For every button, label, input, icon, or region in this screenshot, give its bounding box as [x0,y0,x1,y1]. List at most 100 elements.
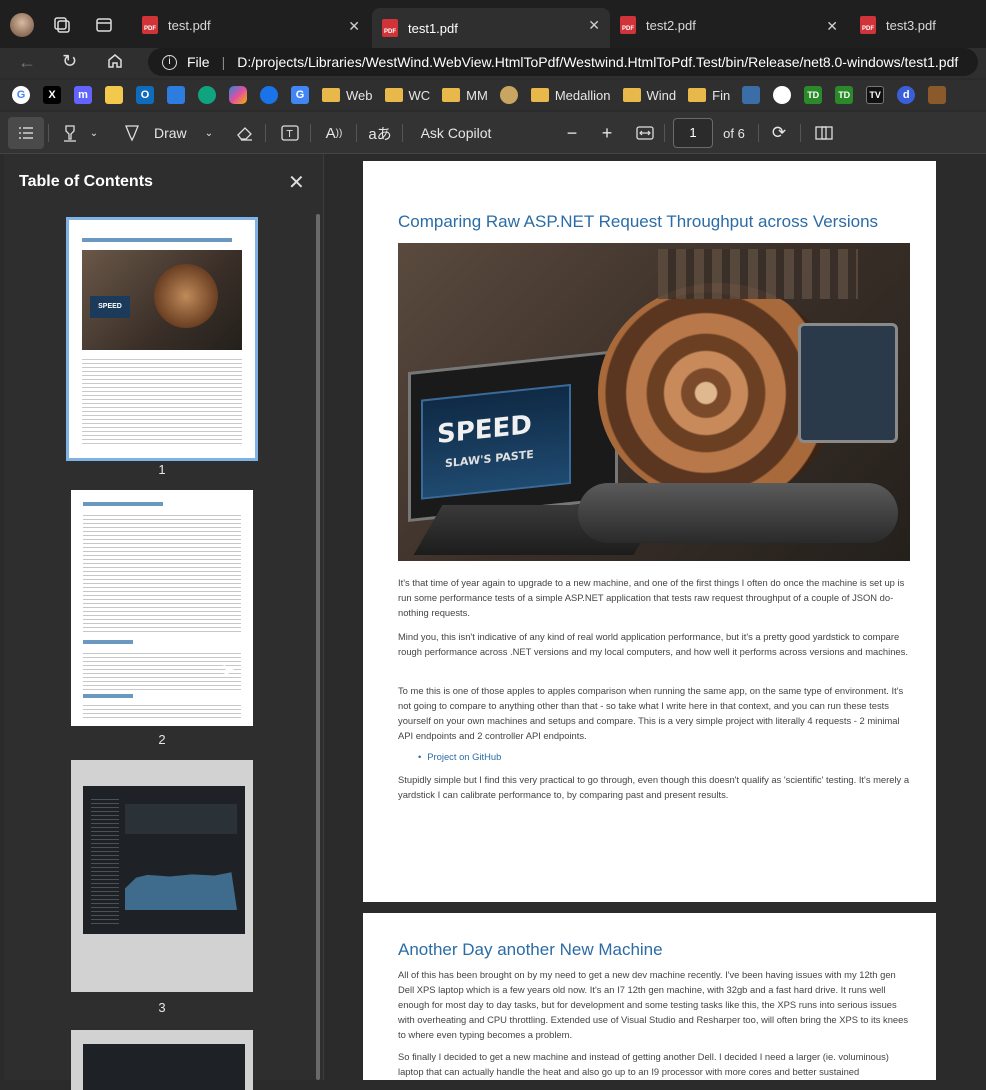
paragraph: It's that time of year again to upgrade … [398,577,905,618]
address-bar-row: ← ↻ i File | D:/projects/Libraries/WestW… [0,48,986,78]
thumb-screenshot [83,1044,245,1090]
zoom-in-icon[interactable]: + [597,112,617,154]
tab-test-pdf[interactable]: PDF test.pdf ✕ [132,8,370,42]
notes-icon[interactable] [105,86,123,104]
outlook-icon[interactable]: O [136,86,154,104]
translate-icon[interactable]: aあ [368,112,392,154]
page-thumbnail[interactable]: SPEED [66,217,258,461]
page-thumbnail[interactable] [71,760,253,992]
highlight-icon[interactable] [58,112,82,154]
tab-label: test3.pdf [886,17,936,33]
page-thumbnail[interactable] [71,1030,253,1090]
folder-icon [384,88,403,102]
site-icon[interactable] [499,86,518,104]
translate-icon[interactable]: G [291,86,309,104]
sidebar-scrollbar[interactable] [316,214,320,1080]
browser-tab-strip: PDF test.pdf ✕ PDF test1.pdf ✕ PDF test2… [0,0,986,48]
page-heading: Comparing Raw ASP.NET Request Throughput… [398,212,879,231]
refresh-icon[interactable]: ↻ [62,51,77,72]
tab-test1-pdf[interactable]: PDF test1.pdf ✕ [372,8,610,48]
close-icon[interactable]: ✕ [826,18,838,35]
snail-panel [798,323,898,443]
thumb-screenshot [83,786,245,934]
home-icon[interactable] [106,52,124,70]
close-icon[interactable]: ✕ [348,18,360,35]
thumb-chart-area [125,872,237,910]
profile-bookmark-icon[interactable] [260,86,278,104]
close-icon[interactable]: ✕ [588,17,600,34]
panel-title: Table of Contents [19,173,153,190]
calendar-icon[interactable] [167,86,185,104]
github-icon[interactable] [773,86,792,104]
hero-image: SPEED SLAW'S PASTE [398,243,910,561]
page-count-label: of 6 [723,125,745,141]
eraser-icon[interactable] [234,112,256,154]
tab-test3-pdf[interactable]: PDF test3.pdf [850,8,986,42]
copilot-icon[interactable] [229,86,247,104]
bookmark-folder-wind[interactable]: Wind [622,87,677,103]
chatgpt-icon[interactable] [198,86,216,104]
bookmarks-bar: G X m O G Web WC MM Medallion Wind Fin T… [0,80,986,110]
folder-label: Medallion [554,87,611,103]
folder-icon [322,88,340,102]
thumb-text-lines [82,356,242,446]
paragraph: Mind you, this isn't indicative of any k… [398,631,908,657]
fit-to-width-icon[interactable] [634,112,656,154]
rotate-icon[interactable]: ⟳ [768,112,790,154]
docs-icon[interactable] [742,86,761,104]
bookmark-folder-fin[interactable]: Fin [688,88,730,103]
draw-button[interactable]: Draw [124,112,194,154]
bookmark-folder-web[interactable]: Web [322,88,373,103]
bookmark-folder-medallion[interactable]: Medallion [530,87,611,103]
tab-label: test.pdf [168,17,211,33]
td-bank-icon[interactable]: TD [804,86,823,104]
draw-label: Draw [154,125,187,141]
chevron-down-icon[interactable]: ⌄ [86,112,102,154]
tab-actions-icon[interactable] [94,15,114,35]
bookmark-folder-wc[interactable]: WC [384,88,430,103]
chevron-down-icon[interactable]: ⌄ [201,112,217,154]
page-number-input[interactable]: 1 [673,118,713,148]
pdf-file-icon: PDF [142,16,158,34]
pdf-viewer: Comparing Raw ASP.NET Request Throughput… [325,154,986,1080]
github-link-item[interactable]: • Project on GitHub [418,751,501,762]
page-heading: Another Day another New Machine [398,940,663,959]
paragraph: So finally I decided to get a new machin… [398,1051,889,1077]
close-icon[interactable]: ✕ [288,170,305,195]
read-aloud-icon[interactable]: A)) [322,112,346,154]
workspaces-icon[interactable] [52,15,72,35]
github-link[interactable]: Project on GitHub [427,751,501,762]
info-icon[interactable]: i [162,54,177,70]
d-icon[interactable]: d [897,86,916,104]
url-field[interactable]: i File | D:/projects/Libraries/WestWind.… [148,48,978,76]
ask-copilot-button[interactable]: Ask Copilot [416,112,496,154]
tab-test2-pdf[interactable]: PDF test2.pdf ✕ [610,8,848,42]
thumb-heading [83,694,133,698]
paragraph: All of this has been brought on by my ne… [398,969,909,1040]
mastodon-icon[interactable]: m [74,86,92,104]
url-separator: | [221,54,226,70]
profile-avatar[interactable] [10,13,34,37]
folder-icon [530,88,549,102]
paragraph: Stupidly simple but I find this very pra… [398,774,910,800]
back-icon[interactable]: ← [18,52,36,73]
text-box-icon[interactable]: T [278,112,302,154]
screen-text-paste: SLAW'S PASTE [445,447,534,471]
tv-icon[interactable]: TV [866,86,885,104]
table-of-contents-icon[interactable] [8,117,44,149]
google-icon[interactable]: G [12,86,30,104]
toolbar-divider [664,124,665,142]
page-view-icon[interactable] [813,112,835,154]
folder-label: Wind [646,87,677,103]
zoom-out-icon[interactable]: − [562,112,582,154]
page-thumbnail[interactable] [71,490,253,726]
toolbar-divider [48,124,49,142]
thumb-heading [82,238,232,242]
thumb-snail-shell [154,264,218,328]
td-bank-icon[interactable]: TD [835,86,854,104]
horse-icon[interactable] [928,86,947,104]
pdf-file-icon: PDF [382,19,398,37]
tab-label: test2.pdf [646,17,696,33]
x-icon[interactable]: X [43,86,61,104]
bookmark-folder-mm[interactable]: MM [442,88,488,103]
